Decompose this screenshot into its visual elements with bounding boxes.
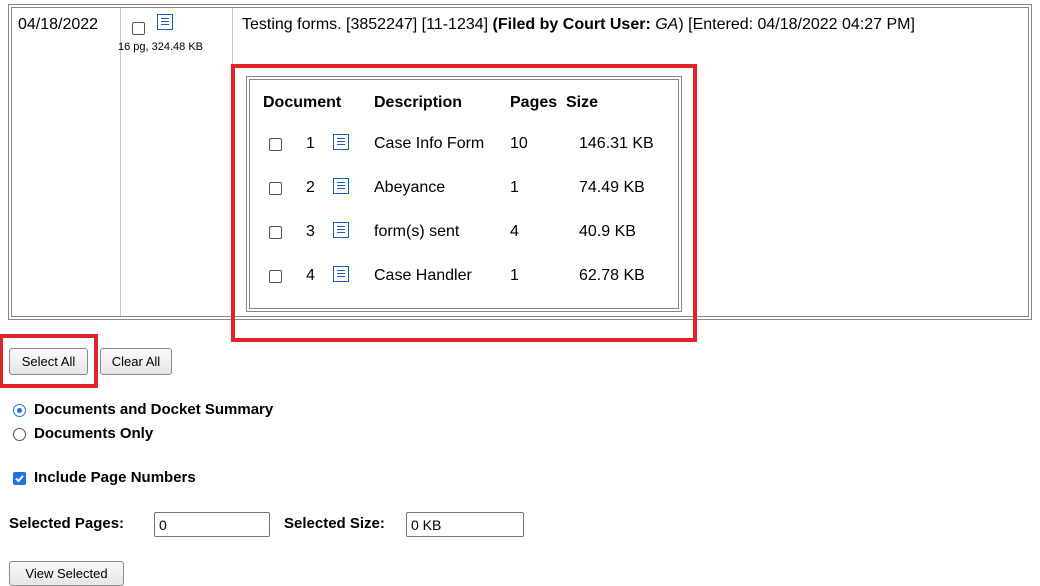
radio-docs-and-summary[interactable] [13, 404, 26, 417]
check-icon [15, 475, 24, 483]
entry-meta: 16 pg, 324.48 KB [118, 41, 204, 53]
filed-by-label: (Filed by Court User: [492, 16, 651, 33]
entry-text: Testing forms. [3852247] [11-1234] [242, 16, 489, 33]
highlight-select-all [0, 334, 98, 388]
selected-pages-label: Selected Pages: [9, 515, 125, 532]
view-selected-button[interactable]: View Selected [9, 561, 124, 586]
include-page-numbers-label: Include Page Numbers [34, 469, 196, 486]
highlight-documents-table [231, 64, 697, 342]
document-icon[interactable] [157, 14, 173, 30]
entry-description: Testing forms. [3852247] [11-1234] (File… [242, 16, 915, 34]
selected-size-label: Selected Size: [284, 515, 385, 532]
selected-pages-field[interactable]: 0 [154, 512, 270, 537]
radio-docs-only-label: Documents Only [34, 425, 154, 442]
radio-docs-and-summary-label: Documents and Docket Summary [34, 401, 274, 418]
column-divider [120, 8, 121, 316]
selected-size-field[interactable]: 0 KB [406, 512, 524, 537]
radio-docs-only[interactable] [13, 428, 26, 441]
include-page-numbers-checkbox[interactable] [13, 472, 26, 485]
entry-date: 04/18/2022 [18, 16, 99, 33]
entry-checkbox[interactable] [132, 22, 145, 35]
filed-by-close: ) [678, 16, 684, 33]
entered-timestamp: [Entered: 04/18/2022 04:27 PM] [688, 16, 915, 33]
clear-all-button[interactable]: Clear All [100, 348, 172, 375]
filed-by-user: GA [655, 16, 679, 33]
